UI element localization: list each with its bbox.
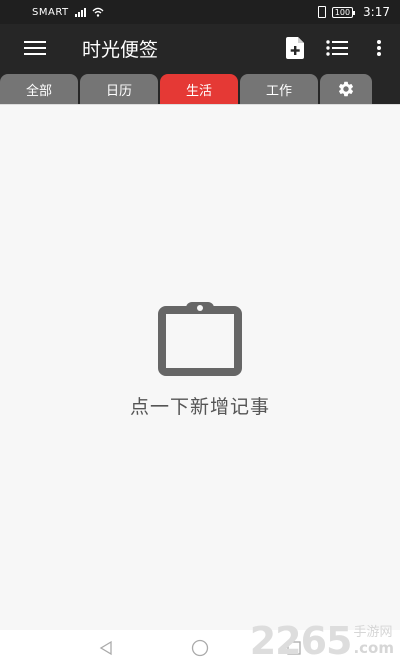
vibrate-icon xyxy=(317,6,326,18)
battery-icon: 100 xyxy=(331,6,356,18)
tab-label: 全部 xyxy=(25,83,52,99)
tab-divider xyxy=(0,104,400,105)
status-bar: SMART 100 3:17 xyxy=(0,0,400,24)
system-nav-bar xyxy=(0,630,400,666)
category-tabs: 全部 日历 生活 工作 xyxy=(0,72,400,104)
tab-label: 生活 xyxy=(185,83,212,99)
list-icon xyxy=(326,40,348,56)
new-note-icon xyxy=(286,37,304,59)
tab-calendar[interactable]: 日历 xyxy=(80,74,158,104)
gear-icon xyxy=(338,81,354,97)
wifi-icon xyxy=(92,7,104,17)
status-right: 100 3:17 xyxy=(317,5,390,19)
tab-label: 日历 xyxy=(105,83,132,99)
battery-level: 100 xyxy=(334,7,351,17)
more-icon xyxy=(377,40,381,56)
carrier-label: SMART xyxy=(32,6,69,18)
status-time: 3:17 xyxy=(363,5,390,19)
tab-work[interactable]: 工作 xyxy=(240,74,318,104)
status-left: SMART xyxy=(10,7,104,18)
clipboard-icon xyxy=(158,302,242,376)
tab-life[interactable]: 生活 xyxy=(160,74,238,104)
new-note-button[interactable] xyxy=(274,24,316,72)
menu-button[interactable] xyxy=(0,24,46,72)
empty-state[interactable]: 点一下新增记事 xyxy=(0,300,400,419)
tab-label: 工作 xyxy=(265,83,292,99)
empty-hint-text: 点一下新增记事 xyxy=(129,396,270,418)
tab-all[interactable]: 全部 xyxy=(0,74,78,104)
signal-icon xyxy=(74,7,86,17)
back-icon[interactable] xyxy=(98,640,114,656)
tab-settings[interactable] xyxy=(320,74,372,104)
app-bar: 时光便签 xyxy=(0,24,400,72)
app-title: 时光便签 xyxy=(82,38,159,61)
list-view-button[interactable] xyxy=(316,24,358,72)
recents-icon[interactable] xyxy=(286,640,302,656)
menu-icon xyxy=(24,41,46,55)
more-options-button[interactable] xyxy=(358,24,400,72)
home-icon[interactable] xyxy=(191,639,209,657)
